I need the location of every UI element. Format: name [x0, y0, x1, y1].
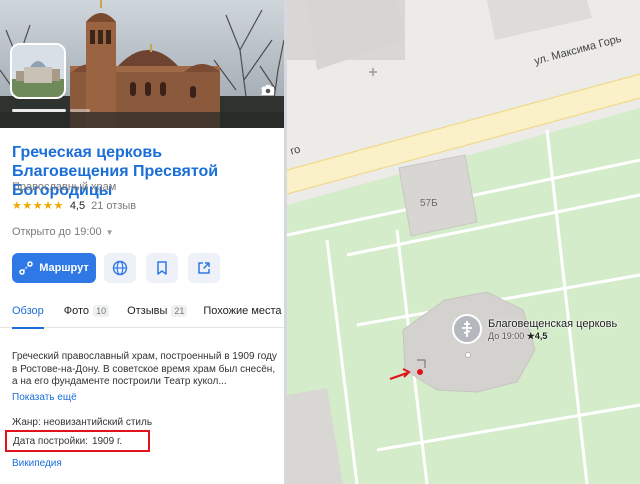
poi-rating: ★4,5: [526, 331, 548, 341]
orthodox-cross-icon: [462, 321, 472, 337]
tab-overview[interactable]: Обзор: [12, 302, 44, 329]
route-button-label: Маршрут: [39, 262, 89, 274]
genre-info: Жанр: неовизантийский стиль: [12, 417, 153, 428]
church-marker[interactable]: [452, 314, 482, 344]
bookmark-button[interactable]: [146, 253, 178, 283]
rating-row: ★★★★★ 4,5 21 отзыв: [12, 199, 136, 213]
share-button[interactable]: [188, 253, 220, 283]
tab-overview-label: Обзор: [12, 305, 44, 317]
wikipedia-link[interactable]: Википедия: [12, 458, 62, 469]
build-date-label: Дата постройки:: [13, 435, 88, 447]
opening-hours[interactable]: Открыто до 19:00 ▼: [12, 226, 114, 238]
build-date-value: 1909 г.: [91, 435, 123, 447]
place-category: Православный храм: [12, 181, 117, 193]
place-description: Греческий православный храм, построенный…: [12, 351, 277, 387]
poi-hours: До 19:00: [488, 331, 525, 341]
house-number-label: 57Б: [420, 198, 438, 209]
photo-thumbnail[interactable]: [10, 43, 66, 99]
build-date-highlight: Дата постройки: 1909 г.: [5, 430, 150, 452]
poi-name: Благовещенская церковь: [488, 318, 618, 330]
route-button[interactable]: Маршрут: [12, 253, 96, 283]
gallery-progress: [70, 109, 90, 112]
opening-hours-text: Открыто до 19:00: [12, 226, 102, 238]
share-icon: [198, 262, 210, 274]
camera-icon: [261, 85, 274, 95]
rating-value: 4,5: [69, 199, 86, 212]
tab-photos[interactable]: Фото 10: [63, 302, 110, 328]
tab-reviews-count: 21: [171, 305, 188, 317]
hero-photo[interactable]: 10: [0, 0, 284, 128]
marker-anchor-dot: [465, 352, 471, 358]
gallery-progress-active: [12, 109, 66, 112]
tab-photos-label: Фото: [63, 305, 90, 317]
chevron-down-icon: ▼: [105, 227, 114, 237]
map-canvas: [287, 0, 640, 484]
reviews-link[interactable]: 21 отзыв: [91, 200, 136, 212]
tab-photos-count: 10: [93, 305, 110, 317]
thumbnail-image: [12, 45, 64, 97]
map-view[interactable]: ул. Максима Горь го 57Б Благовещенская ц…: [287, 0, 640, 484]
route-icon: [19, 261, 33, 275]
tab-reviews[interactable]: Отзывы 21: [127, 302, 188, 328]
tab-bar: Обзор Фото 10 Отзывы 21 Похожие места: [0, 302, 284, 329]
globe-icon: [112, 260, 128, 276]
rating-stars: ★★★★★: [12, 200, 64, 212]
show-more-link[interactable]: Показать ещё: [12, 392, 77, 403]
bookmark-icon: [157, 261, 167, 275]
tab-reviews-label: Отзывы: [127, 305, 168, 317]
church-marker-label[interactable]: Благовещенская церковь До 19:00 ★4,5: [488, 318, 617, 342]
website-button[interactable]: [104, 253, 136, 283]
photo-count[interactable]: 10: [261, 84, 274, 98]
place-card: 10 Греческая церковь Благовещения Пресвя…: [0, 0, 284, 484]
tab-similar-places-label: Похожие места: [203, 305, 282, 317]
tab-similar-places[interactable]: Похожие места: [203, 302, 281, 328]
poi-details: До 19:00 ★4,5: [488, 331, 617, 342]
